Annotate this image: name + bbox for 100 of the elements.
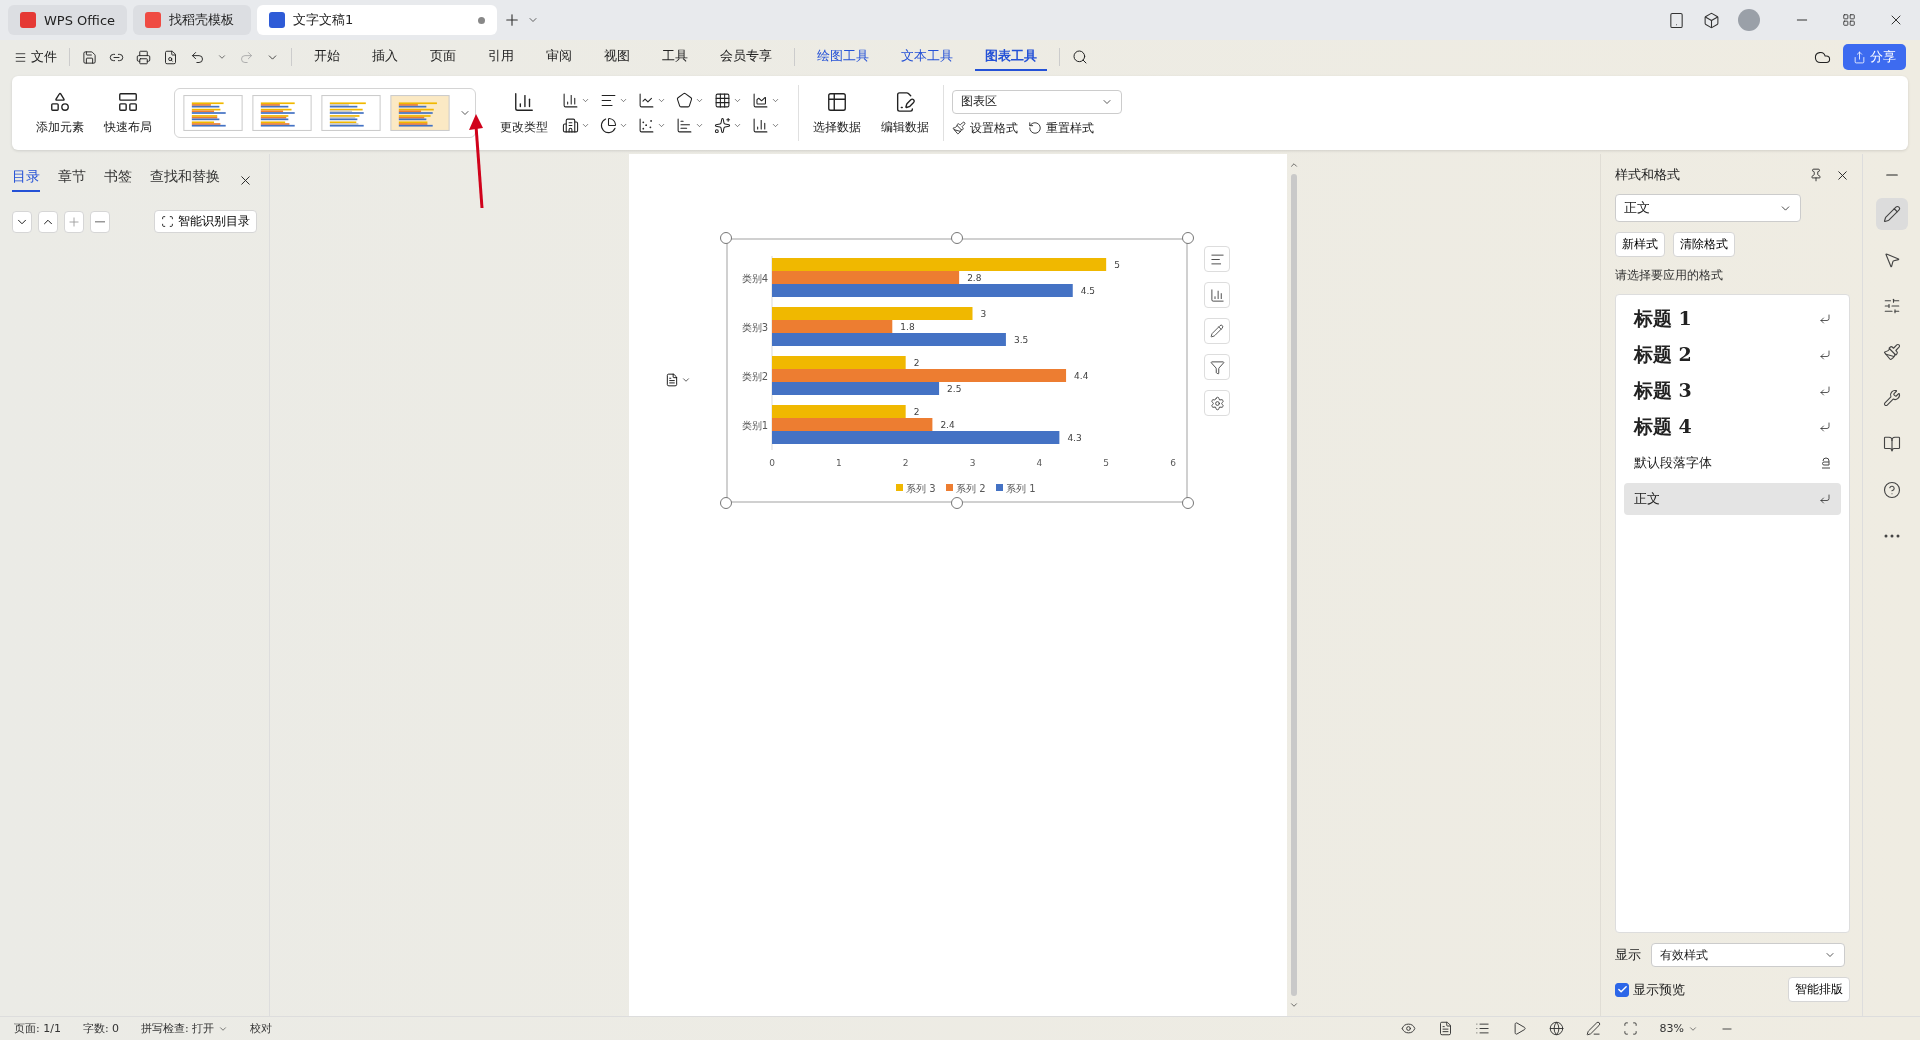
- resize-handle[interactable]: [951, 232, 963, 244]
- chart-style-thumbnail[interactable]: [252, 95, 312, 131]
- reset-style-button[interactable]: 重置样式: [1028, 119, 1094, 137]
- menu-icon[interactable]: [14, 50, 27, 64]
- pie-chart-icon[interactable]: [600, 117, 617, 134]
- change-type-button[interactable]: 更改类型: [494, 88, 554, 138]
- chart-style-thumbnail[interactable]: [321, 95, 381, 131]
- outline-view-icon[interactable]: [1474, 1021, 1490, 1036]
- menu-tab[interactable]: 引用: [478, 43, 524, 71]
- resize-handle[interactable]: [720, 497, 732, 509]
- menu-tab[interactable]: 工具: [652, 43, 698, 71]
- chart-style-thumbnail[interactable]: [183, 95, 243, 131]
- menu-tab[interactable]: 页面: [420, 43, 466, 71]
- area-chart-icon[interactable]: [752, 92, 769, 109]
- pen-icon[interactable]: [1585, 1021, 1601, 1036]
- menu-tab[interactable]: 文本工具: [891, 43, 963, 71]
- chevron-down-icon[interactable]: [581, 96, 590, 105]
- restore-icon[interactable]: [1842, 13, 1856, 27]
- play-icon[interactable]: [1511, 1021, 1527, 1036]
- smart-layout-button[interactable]: 智能排版: [1788, 977, 1850, 1002]
- chart-area-select[interactable]: 图表区: [952, 89, 1122, 114]
- web-view-icon[interactable]: [1548, 1021, 1564, 1036]
- style-item[interactable]: 正文: [1624, 483, 1841, 515]
- style-item[interactable]: 标题 3: [1624, 375, 1841, 407]
- print-icon[interactable]: [136, 49, 151, 65]
- page-view-icon[interactable]: [1437, 1021, 1453, 1036]
- scroll-up-icon[interactable]: [1289, 160, 1299, 170]
- spell-check[interactable]: 拼写检查: 打开: [141, 1021, 215, 1036]
- chevron-down-icon[interactable]: [695, 121, 704, 130]
- eye-icon[interactable]: [1400, 1021, 1416, 1036]
- scatter-chart-icon[interactable]: [638, 117, 655, 134]
- nav-tab[interactable]: 书签: [104, 168, 132, 192]
- pin-icon[interactable]: [1809, 168, 1823, 182]
- current-style-select[interactable]: 正文: [1615, 194, 1801, 222]
- set-format-button[interactable]: 设置格式: [952, 119, 1018, 137]
- remove-button[interactable]: [90, 210, 110, 233]
- scrollbar-thumb[interactable]: [1291, 174, 1297, 996]
- menu-tab[interactable]: 图表工具: [975, 43, 1047, 71]
- chevron-down-icon[interactable]: [619, 96, 628, 105]
- chevron-down-icon[interactable]: [619, 121, 628, 130]
- chevron-down-icon[interactable]: [695, 96, 704, 105]
- cube-icon[interactable]: [1703, 11, 1720, 29]
- building-chart-icon[interactable]: [562, 117, 579, 134]
- document-tab[interactable]: 文字文稿1: [257, 5, 498, 35]
- panel-title[interactable]: 样式和格式: [1615, 166, 1797, 184]
- checkbox[interactable]: [1615, 982, 1629, 997]
- chart-style-thumbnail[interactable]: [390, 95, 450, 131]
- chart-elements-button[interactable]: [1204, 246, 1230, 272]
- word-count[interactable]: 字数: 0: [82, 1021, 120, 1036]
- select-data-button[interactable]: 选择数据: [807, 88, 867, 138]
- sparkle-icon[interactable]: [714, 117, 731, 134]
- menu-tab[interactable]: 开始: [304, 43, 350, 71]
- show-filter-select[interactable]: 有效样式: [1651, 943, 1845, 967]
- chevron-down-icon[interactable]: [733, 96, 742, 105]
- resize-handle[interactable]: [1182, 232, 1194, 244]
- bar-chart-icon[interactable]: [600, 92, 617, 109]
- chevron-down-icon[interactable]: [657, 96, 666, 105]
- nav-tab[interactable]: 章节: [58, 168, 86, 192]
- menu-tab[interactable]: 审阅: [536, 43, 582, 71]
- chevron-down-icon[interactable]: [771, 121, 780, 130]
- file-menu[interactable]: 文件: [31, 48, 57, 66]
- radar-chart-icon[interactable]: [676, 92, 693, 109]
- line-chart-icon[interactable]: [638, 92, 655, 109]
- chevron-down-icon[interactable]: [217, 52, 227, 62]
- save-icon[interactable]: [82, 49, 97, 65]
- style-item[interactable]: 标题 2: [1624, 339, 1841, 371]
- chart-type-button[interactable]: [1204, 282, 1230, 308]
- fit-icon[interactable]: [1622, 1021, 1638, 1036]
- new-style-button[interactable]: 新样式: [1615, 232, 1665, 257]
- zoom-level[interactable]: 83%: [1659, 1022, 1684, 1035]
- nav-tab[interactable]: 查找和替换: [150, 168, 220, 192]
- style-item[interactable]: 默认段落字体: [1624, 447, 1841, 479]
- resize-handle[interactable]: [720, 232, 732, 244]
- column-chart-icon[interactable]: [562, 92, 579, 109]
- document-tab[interactable]: WPS Office: [8, 5, 128, 35]
- chevron-down-icon[interactable]: [733, 121, 742, 130]
- grid-chart-icon[interactable]: [714, 92, 731, 109]
- add-element-button[interactable]: 添加元素: [30, 88, 90, 138]
- smart-toc-button[interactable]: 智能识别目录: [154, 210, 257, 233]
- chevron-down-icon[interactable]: [581, 121, 590, 130]
- quick-layout-button[interactable]: 快速布局: [98, 88, 158, 138]
- menu-tab[interactable]: 插入: [362, 43, 408, 71]
- menu-tab[interactable]: 视图: [594, 43, 640, 71]
- tablet-icon[interactable]: [1668, 11, 1685, 29]
- edit-data-button[interactable]: 编辑数据: [875, 88, 935, 138]
- document-tab[interactable]: 找稻壳模板: [133, 5, 252, 35]
- chart-settings-button[interactable]: [1204, 390, 1230, 416]
- style-item[interactable]: 标题 1: [1624, 303, 1841, 335]
- resize-handle[interactable]: [1182, 497, 1194, 509]
- chevron-down-icon[interactable]: [771, 96, 780, 105]
- proofread-link[interactable]: 校对: [250, 1021, 273, 1036]
- page-count[interactable]: 页面: 1/1: [14, 1021, 61, 1036]
- clear-format-button[interactable]: 清除格式: [1673, 232, 1735, 257]
- resize-handle[interactable]: [951, 497, 963, 509]
- undo-icon[interactable]: [190, 49, 205, 65]
- horizontal-bar-icon[interactable]: [676, 117, 693, 134]
- share-button[interactable]: 分享: [1843, 44, 1906, 70]
- chart-style-button[interactable]: [1204, 318, 1230, 344]
- scroll-down-icon[interactable]: [1289, 1000, 1299, 1010]
- print-preview-icon[interactable]: [163, 49, 178, 65]
